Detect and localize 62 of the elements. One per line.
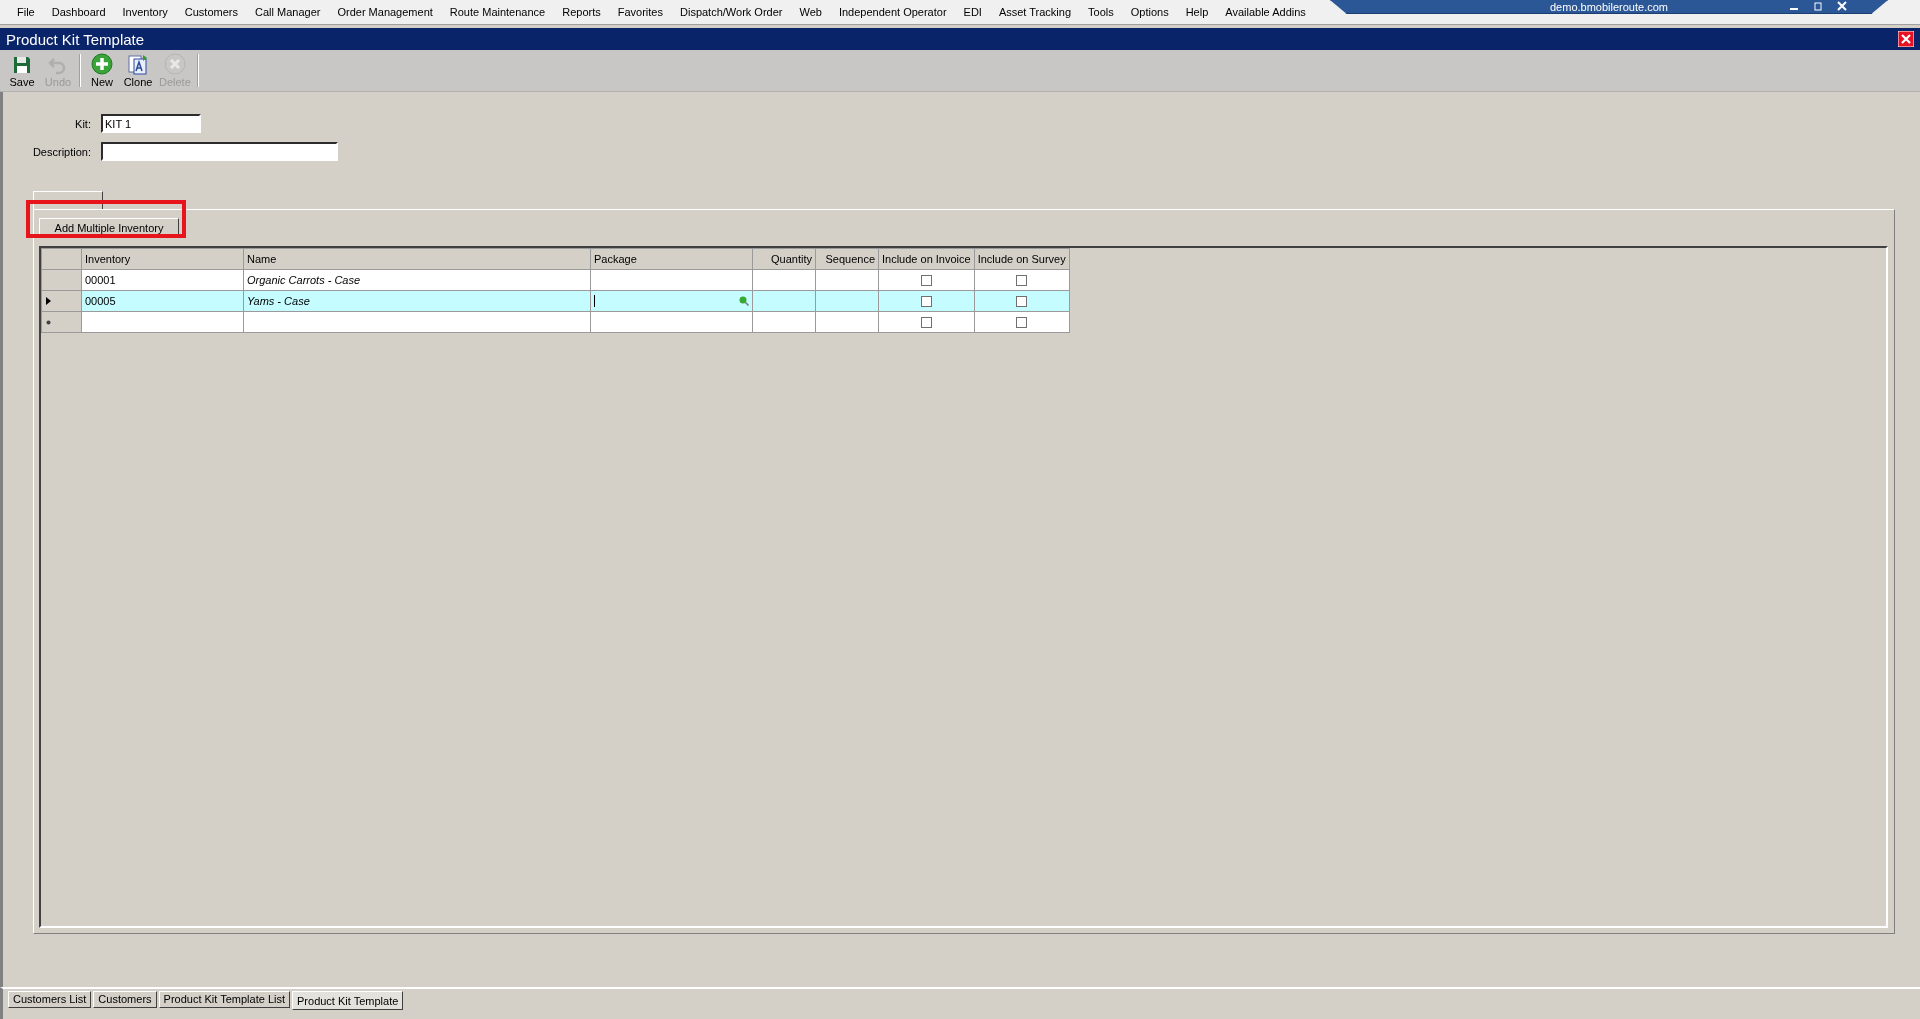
menu-item[interactable]: Web bbox=[790, 4, 830, 20]
menu-item[interactable]: EDI bbox=[954, 4, 990, 20]
column-header[interactable]: Include on Survey bbox=[974, 248, 1070, 270]
column-header[interactable]: Sequence bbox=[815, 248, 879, 270]
document-copy-icon bbox=[127, 53, 149, 75]
menu-item[interactable]: Favorites bbox=[608, 4, 671, 20]
field-label: Kit: bbox=[74, 117, 92, 130]
document-tab[interactable]: Customers List bbox=[8, 991, 92, 1008]
magnifier-icon[interactable] bbox=[739, 296, 749, 306]
menu-item[interactable]: Order Management bbox=[328, 4, 441, 20]
document-tab[interactable]: Product Kit Template List bbox=[158, 991, 290, 1008]
table-row[interactable]: 00005 Yams - Case bbox=[41, 290, 1070, 312]
text-field[interactable] bbox=[101, 142, 338, 161]
column-header[interactable]: Quantity bbox=[752, 248, 816, 270]
column-header[interactable]: Package bbox=[590, 248, 753, 270]
table-cell[interactable]: Organic Carrots - Case bbox=[243, 269, 591, 291]
table-cell[interactable] bbox=[243, 311, 591, 333]
column-header[interactable]: Name bbox=[243, 248, 591, 270]
field-label: Description: bbox=[31, 145, 92, 158]
table-row[interactable]: 00001 Organic Carrots - Case bbox=[41, 269, 1070, 291]
close-icon[interactable] bbox=[1837, 1, 1847, 11]
column-header[interactable]: Inventory bbox=[81, 248, 244, 270]
menu-item[interactable]: Tools bbox=[1079, 4, 1122, 20]
checkbox[interactable] bbox=[920, 275, 932, 287]
menu-item[interactable]: Dashboard bbox=[42, 4, 114, 20]
row-header[interactable] bbox=[41, 290, 82, 312]
menu-item[interactable]: Inventory bbox=[113, 4, 176, 20]
menu-item[interactable]: File bbox=[8, 4, 43, 20]
column-header[interactable]: Include on Invoice bbox=[878, 248, 975, 270]
clone-button[interactable]: Clone bbox=[120, 50, 156, 91]
current-row-icon bbox=[46, 297, 51, 305]
menu-item[interactable]: Customers bbox=[175, 4, 246, 20]
checkbox[interactable] bbox=[920, 296, 932, 308]
plus-circle-icon bbox=[91, 53, 113, 75]
new-button[interactable]: New bbox=[84, 50, 120, 91]
menu-item[interactable]: Dispatch/Work Order bbox=[671, 4, 791, 20]
menu-item[interactable]: Available Addins bbox=[1216, 4, 1314, 20]
x-circle-icon bbox=[163, 53, 186, 75]
save-button[interactable]: Save bbox=[4, 50, 40, 91]
close-icon[interactable] bbox=[1898, 31, 1914, 47]
table-cell[interactable]: Yams - Case bbox=[243, 290, 591, 312]
table-row[interactable] bbox=[41, 311, 1070, 333]
menu-item[interactable]: Help bbox=[1176, 4, 1217, 20]
menu-item[interactable]: Options bbox=[1121, 4, 1177, 20]
checkbox[interactable] bbox=[1016, 275, 1028, 287]
checkbox[interactable] bbox=[1016, 296, 1028, 308]
document-tab[interactable]: Customers bbox=[93, 991, 157, 1008]
checkbox[interactable] bbox=[920, 317, 932, 329]
menu-item[interactable]: Independent Operator bbox=[829, 4, 955, 20]
menu-item[interactable]: Asset Tracking bbox=[989, 4, 1080, 20]
checkbox[interactable] bbox=[1016, 317, 1028, 329]
menu-item[interactable]: Reports bbox=[553, 4, 609, 20]
document-tab[interactable]: Product Kit Template bbox=[292, 991, 404, 1010]
restore-icon[interactable] bbox=[1813, 1, 1823, 11]
window-title: Product Kit Template bbox=[6, 30, 145, 48]
text-field[interactable]: KIT 1 bbox=[101, 114, 201, 133]
menu-item[interactable]: Call Manager bbox=[246, 4, 329, 20]
menu-item[interactable]: Route Maintenance bbox=[440, 4, 554, 20]
new-row-icon bbox=[46, 319, 51, 325]
text-cursor bbox=[594, 295, 595, 307]
undo-arrow-icon bbox=[48, 55, 68, 75]
connection-host: demo.bmobileroute.com bbox=[1550, 0, 1668, 13]
